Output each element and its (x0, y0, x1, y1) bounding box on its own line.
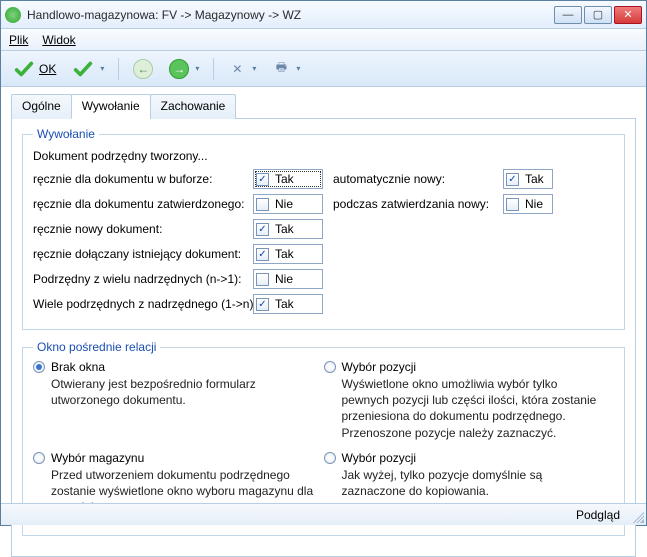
ok-label: OK (39, 62, 56, 76)
separator (213, 58, 214, 80)
maximize-button[interactable]: ▢ (584, 6, 612, 24)
menu-file[interactable]: Plik (9, 33, 28, 47)
close-button[interactable]: ✕ (614, 6, 642, 24)
checkbox-1-to-n[interactable]: ✓ Tak (253, 294, 323, 314)
checkbox-icon (506, 198, 519, 211)
radio-select-positions-default[interactable]: Wybór pozycji (324, 451, 605, 465)
label: podczas zatwierdzania nowy: (333, 197, 493, 211)
app-window: Handlowo-magazynowa: FV -> Magazynowy ->… (0, 0, 647, 526)
label: Podrzędny z wielu nadrzędnych (n->1): (33, 272, 243, 286)
radio-select-positions[interactable]: Wybór pozycji (324, 360, 605, 374)
label: ręcznie dla dokumentu w buforze: (33, 172, 243, 186)
status-preview[interactable]: Podgląd (576, 508, 620, 522)
value: Nie (525, 197, 543, 211)
dropdown-icon: ▾ (100, 64, 104, 73)
group-legend: Okno pośrednie relacji (33, 340, 160, 354)
checkbox-icon: ✓ (256, 248, 269, 261)
apply-button[interactable]: ▾ (68, 56, 108, 82)
ok-button[interactable]: OK (9, 56, 60, 82)
radio-icon (324, 361, 336, 373)
checkbox-icon: ✓ (506, 173, 519, 186)
group-invocation: Wywołanie Dokument podrzędny tworzony...… (22, 127, 625, 330)
value: Nie (275, 272, 293, 286)
checkbox-manual-attach[interactable]: ✓ Tak (253, 244, 323, 264)
tools-icon: ✕ (228, 60, 246, 78)
checkbox-n-to-1[interactable]: Nie (253, 269, 323, 289)
tab-invocation[interactable]: Wywołanie (71, 94, 151, 119)
checkbox-icon (256, 273, 269, 286)
radio-desc: Otwierany jest bezpośrednio formularz ut… (51, 376, 314, 408)
value: Tak (275, 297, 294, 311)
printer-icon: 🖶 (272, 60, 290, 78)
menu-view[interactable]: Widok (42, 33, 75, 47)
checkbox-icon: ✓ (256, 298, 269, 311)
value: Tak (275, 247, 294, 261)
resize-grip-icon[interactable] (630, 509, 644, 523)
arrow-left-icon: ← (133, 59, 153, 79)
dropdown-icon: ▾ (195, 64, 199, 73)
app-icon (5, 7, 21, 23)
titlebar[interactable]: Handlowo-magazynowa: FV -> Magazynowy ->… (1, 1, 646, 29)
radio-select-warehouse[interactable]: Wybór magazynu (33, 451, 314, 465)
radio-icon (324, 452, 336, 464)
value: Tak (525, 172, 544, 186)
tab-behavior[interactable]: Zachowanie (150, 94, 237, 119)
label: automatycznie nowy: (333, 172, 493, 186)
checkbox-manual-buffer[interactable]: ✓ Tak (253, 169, 323, 189)
value: Tak (275, 222, 294, 236)
tab-panel: Wywołanie Dokument podrzędny tworzony...… (11, 119, 636, 557)
radio-icon (33, 452, 45, 464)
radio-no-window[interactable]: Brak okna (33, 360, 314, 374)
subheading: Dokument podrzędny tworzony... (33, 149, 614, 163)
menubar: Plik Widok (1, 29, 646, 51)
group-legend: Wywołanie (33, 127, 99, 141)
radio-desc: Jak wyżej, tylko pozycje domyślnie są za… (342, 467, 605, 499)
checkbox-auto-new[interactable]: ✓ Tak (503, 169, 553, 189)
checkbox-manual-new[interactable]: ✓ Tak (253, 219, 323, 239)
radio-label: Wybór magazynu (51, 451, 144, 465)
arrow-right-icon: → (169, 59, 189, 79)
checkbox-manual-approved[interactable]: Nie (253, 194, 323, 214)
check-icon (13, 58, 35, 80)
checkbox-approve-new[interactable]: Nie (503, 194, 553, 214)
radio-label: Wybór pozycji (342, 451, 417, 465)
tab-general[interactable]: Ogólne (11, 94, 72, 119)
checkbox-icon: ✓ (256, 173, 269, 186)
dropdown-icon: ▾ (252, 64, 256, 73)
value: Tak (275, 172, 294, 186)
tabs: Ogólne Wywołanie Zachowanie (11, 93, 636, 119)
check-icon (72, 58, 94, 80)
toolbar: OK ▾ ← →▾ ✕▾ 🖶▾ (1, 51, 646, 87)
checkbox-icon (256, 198, 269, 211)
minimize-button[interactable]: — (554, 6, 582, 24)
separator (118, 58, 119, 80)
checkbox-icon: ✓ (256, 223, 269, 236)
radio-icon (33, 361, 45, 373)
print-button[interactable]: 🖶▾ (268, 58, 304, 80)
radio-label: Brak okna (51, 360, 105, 374)
client-area: Ogólne Wywołanie Zachowanie Wywołanie Do… (1, 87, 646, 557)
tools-button[interactable]: ✕▾ (224, 58, 260, 80)
nav-forward-button[interactable]: →▾ (165, 57, 203, 81)
label: Wiele podrzędnych z nadrzędnego (1->n): (33, 297, 243, 311)
value: Nie (275, 197, 293, 211)
window-title: Handlowo-magazynowa: FV -> Magazynowy ->… (27, 8, 554, 22)
radio-label: Wybór pozycji (342, 360, 417, 374)
nav-back-button[interactable]: ← (129, 57, 157, 81)
radio-desc: Wyświetlone okno umożliwia wybór tylko p… (342, 376, 605, 441)
label: ręcznie dołączany istniejący dokument: (33, 247, 243, 261)
dropdown-icon: ▾ (296, 64, 300, 73)
statusbar: Podgląd (1, 503, 646, 525)
label: ręcznie nowy dokument: (33, 222, 243, 236)
label: ręcznie dla dokumentu zatwierdzonego: (33, 197, 243, 211)
